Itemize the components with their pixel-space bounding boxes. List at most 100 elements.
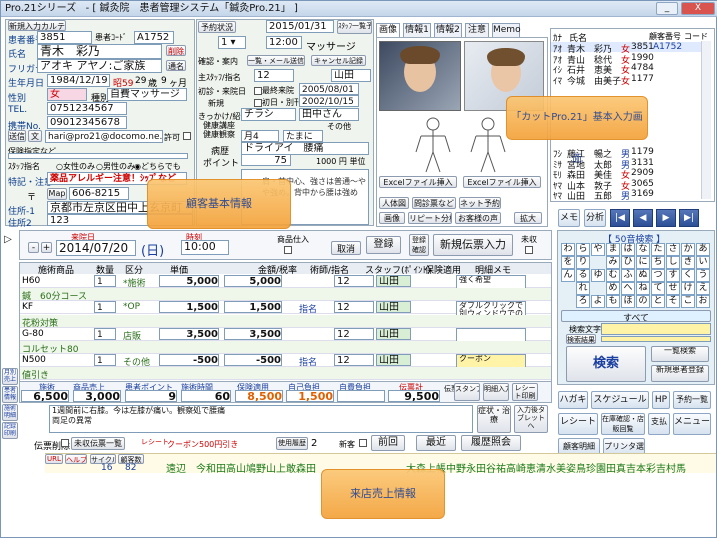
map-button[interactable]: Map (47, 188, 67, 200)
kana-key-し[interactable]: し (666, 256, 680, 269)
kana-key-ひ[interactable]: ひ (621, 256, 635, 269)
kana-key-そ[interactable]: そ (666, 295, 680, 308)
kana-key-い[interactable]: い (696, 256, 710, 269)
line-amount[interactable]: 1,500 (224, 301, 282, 314)
zip-field[interactable]: 606-8215 (69, 187, 129, 200)
last-record-button[interactable]: ▶| (679, 209, 699, 227)
left-tab[interactable]: 月別 売上 (2, 368, 18, 385)
body-chart-button[interactable]: 人体図 (379, 197, 409, 209)
symptom-treatment-button[interactable]: 症状・治療 (477, 405, 511, 433)
list-scrollbar[interactable] (701, 41, 711, 199)
image-button[interactable]: 画像 (379, 212, 405, 224)
net-reserve-button[interactable]: ネット予約 (459, 197, 501, 209)
recent-visitor-name[interactable]: 馬 (676, 460, 686, 475)
all-button[interactable]: すべて (561, 310, 711, 322)
kana-key-あ[interactable]: あ (696, 243, 710, 256)
tel-field[interactable]: 0751234567 (47, 102, 127, 115)
enlarge-button[interactable]: 拡大 (514, 212, 542, 224)
kana-key-り[interactable]: り (576, 256, 590, 269)
kana-key-ろ[interactable]: ろ (576, 295, 590, 308)
kana-key-か[interactable]: か (681, 243, 695, 256)
expand-icon[interactable]: ▷ (1, 231, 15, 249)
kana-key-ふ[interactable]: ふ (621, 269, 635, 282)
tablet-button[interactable]: 入力後タブレットへ (514, 405, 548, 433)
register-button[interactable]: 登録 (366, 236, 401, 254)
staff-option-either[interactable]: ◉どちらでも (134, 161, 181, 172)
kana-key-さ[interactable]: さ (666, 243, 680, 256)
kana-key-と[interactable]: と (651, 295, 665, 308)
kana-key-の[interactable]: の (636, 295, 650, 308)
search-button[interactable]: 検索 (566, 346, 646, 382)
points-field[interactable]: 75 (241, 154, 291, 166)
customer-voice-button[interactable]: お客様の声 (455, 212, 501, 224)
kana-key-は[interactable]: は (621, 243, 635, 256)
line-row[interactable] (20, 288, 551, 302)
last-visit-date[interactable]: 2002/10/15 (299, 95, 359, 107)
kana-key-せ[interactable]: せ (666, 282, 680, 295)
menu-button[interactable]: メニュー (673, 413, 711, 435)
kana-key-む[interactable]: む (606, 269, 620, 282)
kana-key-わ[interactable]: わ (561, 243, 575, 256)
list-search-button[interactable]: 一覧検索 (651, 346, 709, 362)
recent-visitor-name[interactable]: 敢森田 (286, 460, 316, 475)
freq-select[interactable]: たまに (283, 130, 323, 142)
repeat-analysis-button[interactable]: リピート分析 (408, 212, 452, 224)
body-diagram[interactable] (406, 116, 516, 174)
trigger-select[interactable]: チラシ (241, 108, 296, 121)
line-amount[interactable]: 5,000 (224, 275, 282, 287)
help-button[interactable]: ヘルプ (65, 454, 87, 464)
unpaid-list-button[interactable]: 未収伝票一覧 (71, 437, 125, 450)
tab-memo[interactable]: Memo (492, 23, 521, 37)
analysis-button[interactable]: 分析 (584, 209, 606, 227)
line-staff-no[interactable]: 12 (334, 354, 374, 367)
kana-key-ほ[interactable]: ほ (621, 295, 635, 308)
line-qty[interactable]: 1 (94, 301, 116, 314)
recent-visitor-name[interactable]: 真吉本 (616, 460, 646, 475)
url-button[interactable]: URL (45, 454, 63, 464)
first-record-button[interactable]: |◀ (610, 209, 630, 227)
kana-key-き[interactable]: き (681, 256, 695, 269)
search-result-field[interactable] (601, 336, 711, 342)
kana-key-に[interactable]: に (636, 256, 650, 269)
category-select[interactable]: 自費マッサージ (107, 88, 187, 101)
stamp-button[interactable]: スタンプ (454, 383, 480, 401)
birth-field[interactable]: 1984/12/19 (47, 74, 110, 87)
patient-code-field[interactable]: A1752 (134, 31, 174, 44)
next-record-button[interactable]: ▶ (656, 209, 676, 227)
line-unit[interactable]: -500 (159, 354, 219, 367)
recent-visitor-name[interactable]: 彩吉村 (646, 460, 676, 475)
mobile-field[interactable]: 09012345678 (47, 116, 127, 129)
payment-button[interactable]: 支払 (648, 413, 670, 435)
recent-visitor-name[interactable]: 恵清水 (526, 460, 556, 475)
line-staff[interactable]: 山田 (376, 327, 411, 340)
visit-date-field[interactable]: 2014/07/20 (56, 240, 136, 256)
kana-key-う[interactable]: う (696, 269, 710, 282)
staff-option-male[interactable]: ○男性のみ (96, 161, 135, 172)
referrer-field[interactable]: 田中さん (299, 108, 359, 121)
recent-visitor-name[interactable]: 野山上 (256, 460, 286, 475)
receipt-print-button[interactable]: レシート (558, 413, 598, 435)
line-staff-no[interactable]: 12 (334, 275, 374, 287)
minimize-button[interactable]: _ (656, 2, 678, 15)
kana-key-こ[interactable]: こ (681, 295, 695, 308)
close-button[interactable]: X (681, 2, 715, 15)
receipt-print-small-button[interactable]: レシート印刷 (512, 383, 538, 401)
line-row[interactable] (20, 341, 551, 354)
search-text-input[interactable] (601, 323, 711, 335)
customer-row[interactable] (551, 84, 701, 94)
reserve-list-button[interactable]: 予約一覧 (673, 391, 711, 409)
hp-button[interactable]: HP (652, 391, 670, 409)
first-visit-date[interactable]: 2005/08/01 (299, 83, 359, 95)
mail-send-button[interactable]: 送信 (8, 130, 26, 142)
line-staff[interactable]: 山田 (376, 301, 411, 314)
furigana-field[interactable]: アオキ アヤノ:ご家族 (37, 59, 162, 73)
line-qty[interactable]: 1 (94, 275, 116, 287)
schedule-button[interactable]: スケジュール (591, 391, 649, 409)
cancel-record-button[interactable]: キャンセル記録 (311, 55, 366, 66)
main-staff-no[interactable]: 12 (254, 69, 294, 82)
kana-key-を[interactable]: を (561, 256, 575, 269)
questionnaire-button[interactable]: 問診票など (412, 197, 456, 209)
recent-visitor-name[interactable]: 珍園田 (586, 460, 616, 475)
line-amount[interactable]: -500 (224, 354, 282, 367)
postcard-button[interactable]: ハガキ (558, 391, 588, 409)
